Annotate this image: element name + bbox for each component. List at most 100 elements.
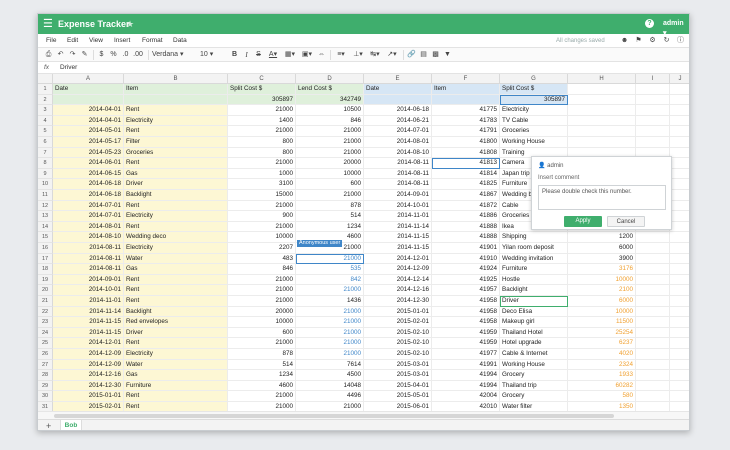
cell[interactable]: 41800	[432, 137, 500, 148]
cell[interactable]	[670, 264, 689, 275]
cell[interactable]: 600	[296, 179, 364, 190]
cell[interactable]: 20000	[296, 158, 364, 169]
cell[interactable]: 41991	[432, 359, 500, 371]
row-header[interactable]: 21	[38, 296, 53, 307]
cell[interactable]: 514	[296, 211, 364, 222]
cell[interactable]: 41958	[432, 306, 500, 318]
cell[interactable]: 25254	[568, 327, 636, 339]
cell[interactable]	[670, 158, 689, 169]
cell[interactable]	[670, 232, 689, 243]
cell[interactable]: Water	[124, 359, 228, 371]
cell[interactable]	[636, 306, 670, 318]
cell[interactable]: 60282	[568, 380, 636, 392]
cell[interactable]: Hostle	[500, 274, 568, 286]
cell[interactable]: 2015-02-01	[364, 317, 432, 328]
cell[interactable]	[670, 307, 689, 318]
cell[interactable]: 10000	[568, 306, 636, 318]
cell[interactable]	[670, 275, 689, 286]
cell[interactable]: 800	[228, 137, 296, 148]
cell[interactable]	[670, 201, 689, 212]
row-header[interactable]: 10	[38, 179, 53, 190]
cell[interactable]: Item	[432, 84, 500, 95]
cell[interactable]	[670, 285, 689, 296]
cell[interactable]: 2014-12-14	[364, 274, 432, 286]
cell[interactable]: 342749	[296, 94, 364, 106]
cell[interactable]: 2207	[228, 243, 296, 254]
cell[interactable]: 305897	[228, 94, 296, 106]
cell[interactable]: 7614	[296, 359, 364, 371]
cell[interactable]: 14048	[296, 380, 364, 392]
row-header[interactable]: 26	[38, 349, 53, 360]
cell[interactable]: 846	[296, 115, 364, 127]
cell[interactable]: 2324	[568, 359, 636, 371]
cell[interactable]: 21000	[296, 285, 364, 296]
row-header[interactable]: 14	[38, 221, 53, 233]
menu-insert[interactable]: Insert	[114, 37, 130, 45]
column-header[interactable]: A	[53, 74, 124, 84]
cell[interactable]	[636, 359, 670, 371]
cell[interactable]	[636, 94, 670, 106]
cell[interactable]: 2014-12-16	[53, 370, 124, 381]
row-header[interactable]: 11	[38, 190, 53, 201]
cell[interactable]: 41872	[432, 200, 500, 212]
cell[interactable]: 2014-08-11	[53, 243, 124, 254]
cancel-button[interactable]: Cancel	[607, 216, 645, 227]
cell[interactable]	[636, 370, 670, 381]
cell[interactable]	[636, 285, 670, 296]
cell[interactable]: Split Cost $	[500, 84, 568, 95]
menu-file[interactable]: File	[46, 37, 56, 45]
cell[interactable]: 21000	[296, 338, 364, 349]
cell[interactable]: 41775	[432, 105, 500, 116]
cell[interactable]: 2014-11-15	[364, 243, 432, 254]
cell[interactable]: 878	[228, 349, 296, 360]
apply-button[interactable]: Apply	[564, 216, 602, 227]
cell[interactable]: 4600	[228, 380, 296, 392]
row-header[interactable]: 28	[38, 370, 53, 381]
cell[interactable]: 2014-11-01	[364, 211, 432, 222]
row-header[interactable]: 19	[38, 274, 53, 286]
row-header[interactable]: 17	[38, 253, 53, 265]
cell[interactable]: Shipping	[500, 232, 568, 243]
cell[interactable]: 2015-01-01	[364, 306, 432, 318]
row-header[interactable]: 29	[38, 380, 53, 392]
cell[interactable]: 2014-06-18	[364, 105, 432, 116]
cell[interactable]: 2014-11-15	[53, 327, 124, 339]
cell[interactable]: 21000	[228, 285, 296, 296]
menu-data[interactable]: Data	[173, 37, 187, 45]
cell[interactable]: 483	[228, 253, 296, 265]
cell[interactable]	[568, 137, 636, 148]
cell[interactable]: 21000	[296, 126, 364, 137]
cell[interactable]: 21000	[296, 306, 364, 318]
cell[interactable]	[670, 370, 689, 381]
cell[interactable]: 21000	[296, 137, 364, 148]
cell[interactable]: Working House	[500, 137, 568, 148]
cell[interactable]	[124, 94, 228, 106]
cell[interactable]: 3900	[568, 253, 636, 265]
cell[interactable]: 3176	[568, 264, 636, 275]
cell[interactable]: 1000	[228, 168, 296, 180]
cell[interactable]: 10000	[568, 274, 636, 286]
cell[interactable]	[670, 105, 689, 116]
fill-color-icon[interactable]: ▦▾	[283, 50, 297, 60]
column-header[interactable]: D	[296, 74, 364, 84]
cell[interactable]: 2014-06-18	[53, 179, 124, 190]
cell[interactable]	[670, 243, 689, 254]
decimal-decrease-icon[interactable]: .0	[121, 50, 130, 60]
row-header[interactable]: 1	[38, 84, 53, 95]
menu-view[interactable]: View	[89, 37, 103, 45]
cell[interactable]: Wedding deco	[124, 232, 228, 243]
cell[interactable]	[636, 317, 670, 328]
cell[interactable]: Rent	[124, 338, 228, 349]
cell[interactable]: 21000	[296, 147, 364, 159]
cell[interactable]	[432, 94, 500, 106]
cell[interactable]: 1234	[228, 370, 296, 381]
cell[interactable]: Wedding invitation	[500, 253, 568, 265]
cell[interactable]: 41959	[432, 327, 500, 339]
cell[interactable]: 800	[228, 147, 296, 159]
cell[interactable]	[670, 116, 689, 127]
column-header[interactable]: C	[228, 74, 296, 84]
cell[interactable]: 41994	[432, 380, 500, 392]
cell[interactable]: 21000	[296, 317, 364, 328]
comment-textarea[interactable]: Please double check this number.	[538, 185, 666, 210]
menu-icon[interactable]: ☰	[43, 18, 54, 30]
